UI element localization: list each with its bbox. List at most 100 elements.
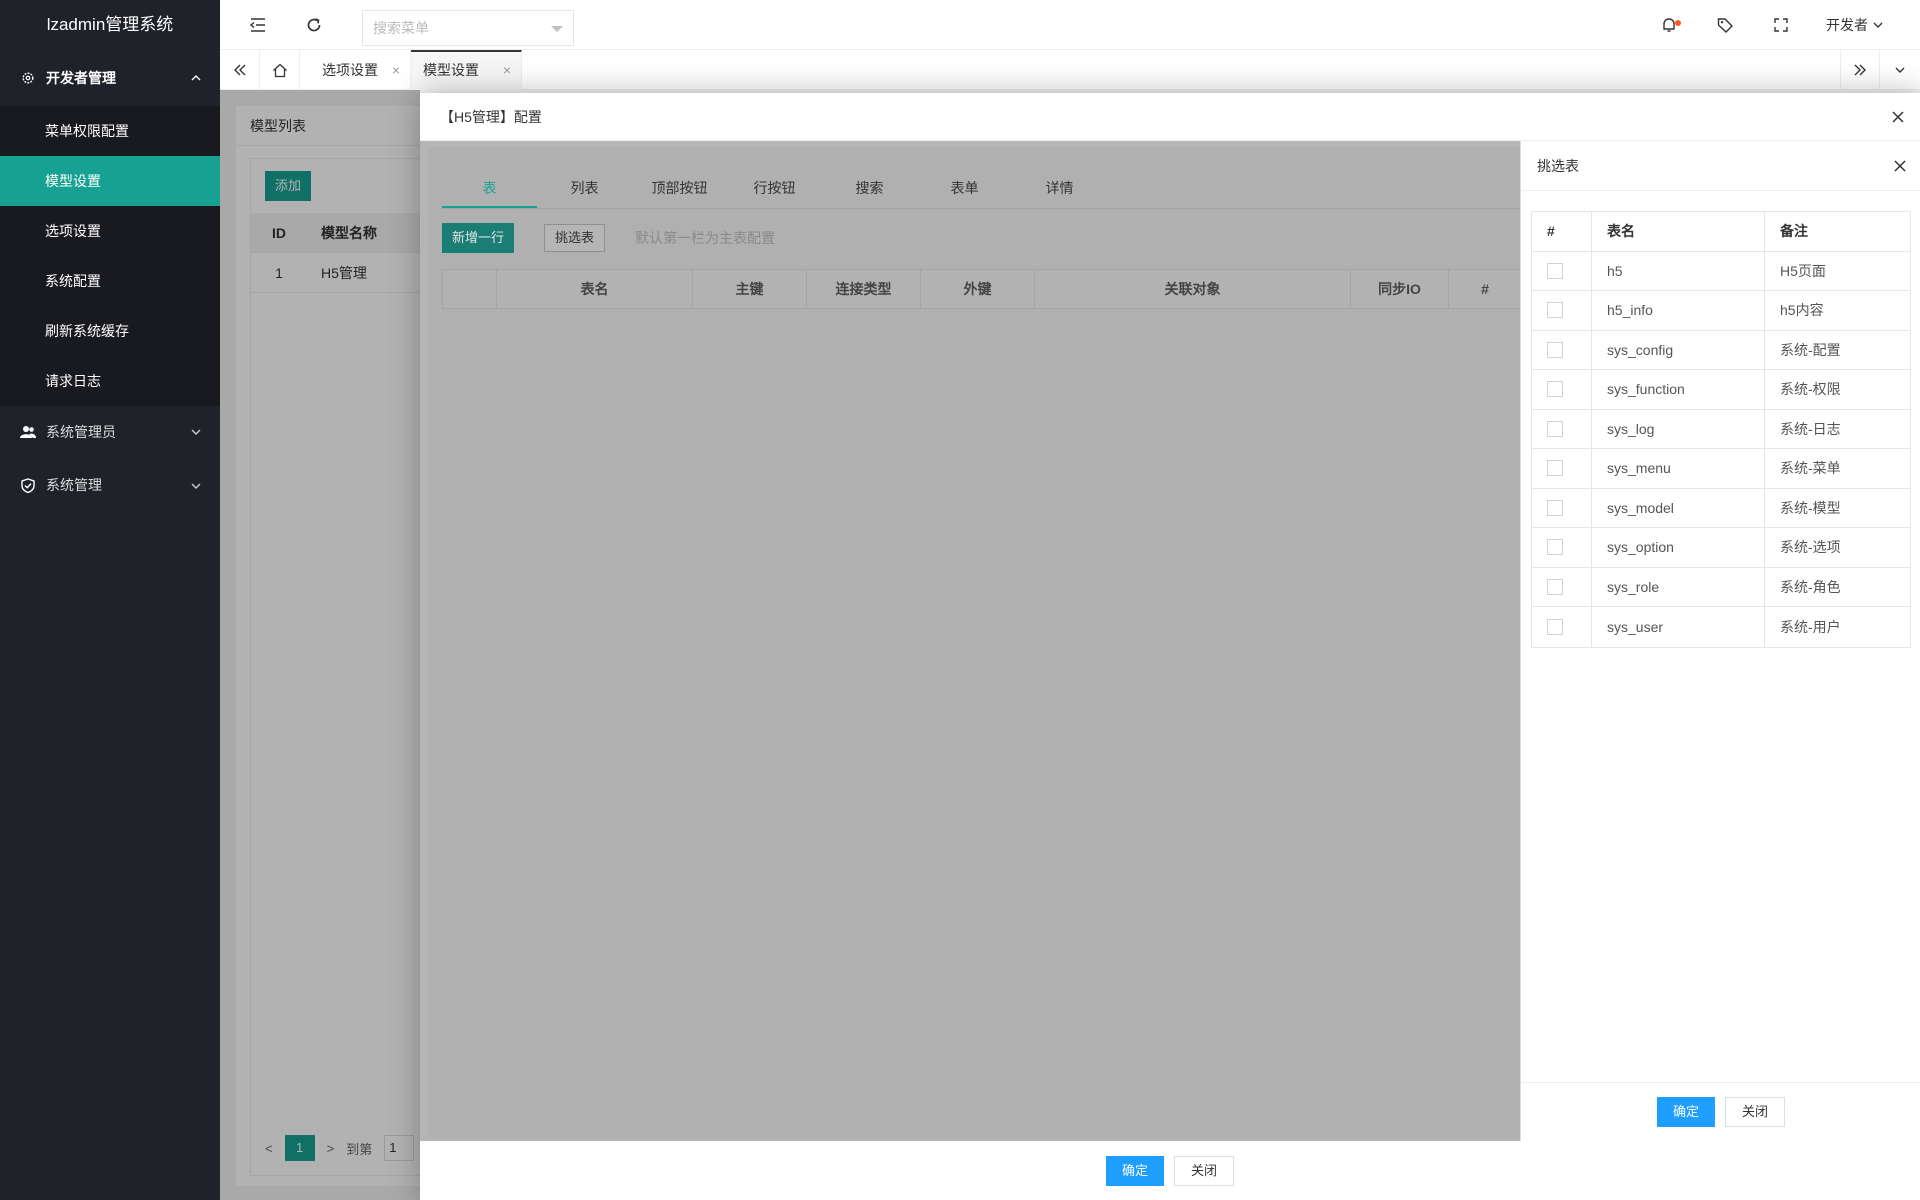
table-row[interactable]: sys_function 系统-权限 (1532, 370, 1910, 410)
row-checkbox[interactable] (1547, 539, 1563, 556)
user-menu[interactable]: 开发者 (1826, 0, 1884, 50)
cell-table-name: sys_config (1592, 330, 1765, 369)
notification-bell-icon[interactable] (1657, 13, 1681, 37)
home-tab-icon[interactable] (260, 50, 300, 90)
table-row[interactable]: sys_menu 系统-菜单 (1532, 449, 1910, 489)
app-logo[interactable]: lzadmin管理系统 (0, 0, 220, 50)
sidebar-item-model-settings[interactable]: 模型设置 (0, 156, 220, 206)
tab-form[interactable]: 表单 (917, 167, 1012, 208)
tab-close-icon[interactable]: × (503, 52, 511, 88)
cell-note: 系统-配置 (1780, 341, 1841, 358)
cell-table-name: sys_role (1592, 567, 1765, 606)
sidebar-item-refresh-cache[interactable]: 刷新系统缓存 (0, 306, 220, 356)
shield-icon (20, 477, 36, 493)
row-select-cell (1532, 607, 1592, 647)
modal-close-button[interactable]: 关闭 (1174, 1155, 1235, 1186)
tabs-scroll-left-icon[interactable] (220, 50, 260, 90)
tab-table[interactable]: 表 (442, 167, 537, 208)
tab-label: 选项设置 (322, 62, 378, 78)
row-checkbox[interactable] (1547, 341, 1563, 358)
chevron-down-icon (191, 483, 201, 489)
users-icon (20, 424, 36, 440)
column-header: 表名 (497, 270, 693, 308)
tabs-menu-chevron-icon[interactable] (1880, 50, 1920, 90)
row-checkbox[interactable] (1547, 381, 1563, 398)
row-select-cell (1532, 449, 1592, 488)
sidebar-item-menu-permissions[interactable]: 菜单权限配置 (0, 106, 220, 156)
cell-table-name: h5_info (1592, 291, 1765, 330)
search-placeholder: 搜索菜单 (373, 20, 429, 36)
table-toolbar: 新增一行 挑选表 默认第一栏为主表配置 (442, 223, 775, 253)
pick-table-button[interactable]: 挑选表 (544, 224, 606, 252)
cell-note: h5内容 (1780, 302, 1824, 319)
menu-search-select[interactable]: 搜索菜单 (362, 10, 574, 46)
cell-note: 系统-菜单 (1780, 460, 1841, 477)
row-checkbox[interactable] (1547, 302, 1563, 319)
cell-note: 系统-用户 (1780, 618, 1841, 635)
fullscreen-icon[interactable] (1769, 13, 1793, 37)
row-checkbox[interactable] (1547, 499, 1563, 516)
sidebar-item-option-settings[interactable]: 选项设置 (0, 206, 220, 256)
row-checkbox[interactable] (1547, 460, 1563, 477)
row-checkbox[interactable] (1547, 578, 1563, 595)
cell-note: 系统-权限 (1780, 381, 1841, 398)
column-header: # (1532, 212, 1592, 251)
cell-table-name: sys_option (1592, 528, 1765, 567)
add-row-button[interactable]: 新增一行 (442, 223, 515, 253)
table-row[interactable]: sys_log 系统-日志 (1532, 409, 1910, 449)
picker-confirm-button[interactable]: 确定 (1656, 1097, 1715, 1127)
row-select-cell (1532, 370, 1592, 409)
nav-group-sys-admins[interactable]: 系统管理员 (0, 406, 220, 458)
tab-model-settings[interactable]: 模型设置 × (411, 50, 522, 90)
nav-group-developer[interactable]: 开发者管理 (0, 50, 220, 106)
page-tabs-bar: 选项设置 × 模型设置 × (220, 50, 1920, 90)
column-header: 连接类型 (807, 270, 921, 308)
table-row[interactable]: h5 H5页面 (1532, 251, 1910, 291)
chevron-up-icon (191, 75, 201, 81)
modal-content-frame: 表 列表 顶部按钮 行按钮 搜索 表单 详情 新增一行 挑选表 默认第一栏为主表… (428, 147, 1522, 1137)
row-select-cell (1532, 251, 1592, 290)
cell-note: H5页面 (1780, 262, 1826, 279)
row-checkbox[interactable] (1547, 262, 1563, 279)
row-checkbox[interactable] (1547, 618, 1563, 635)
modal-confirm-button[interactable]: 确定 (1105, 1155, 1164, 1186)
table-row[interactable]: sys_config 系统-配置 (1532, 330, 1910, 370)
notification-dot (1675, 20, 1681, 26)
collapse-menu-icon[interactable] (246, 13, 270, 37)
refresh-icon[interactable] (302, 13, 326, 37)
cell-table-name: h5 (1592, 251, 1765, 290)
picker-title: 挑选表 (1521, 141, 1920, 191)
row-select-cell (1532, 291, 1592, 330)
modal-close-icon[interactable] (1890, 109, 1906, 125)
gear-icon (20, 70, 36, 86)
sidebar-item-request-log[interactable]: 请求日志 (0, 356, 220, 406)
tabs-scroll-right-icon[interactable] (1840, 50, 1880, 90)
nav-group-sys-manage[interactable]: 系统管理 (0, 458, 220, 512)
relation-table-header: 表名 主键 连接类型 外键 关联对象 同步IO # (442, 269, 1522, 309)
dropdown-caret-icon (551, 26, 563, 32)
tab-close-icon[interactable]: × (392, 50, 400, 90)
tab-search[interactable]: 搜索 (822, 167, 917, 208)
column-header: 同步IO (1351, 270, 1449, 308)
sidebar-item-system-config[interactable]: 系统配置 (0, 256, 220, 306)
nav-group-label: 开发者管理 (46, 70, 116, 86)
table-row[interactable]: sys_option 系统-选项 (1532, 528, 1910, 568)
table-row[interactable]: sys_model 系统-模型 (1532, 488, 1910, 528)
table-row[interactable]: sys_role 系统-角色 (1532, 567, 1910, 607)
table-row[interactable]: h5_info h5内容 (1532, 291, 1910, 331)
tab-row-buttons[interactable]: 行按钮 (727, 167, 822, 208)
tab-list[interactable]: 列表 (537, 167, 632, 208)
tab-detail[interactable]: 详情 (1012, 167, 1107, 208)
cell-note: 系统-选项 (1780, 539, 1841, 556)
tag-icon[interactable] (1713, 13, 1737, 37)
picker-close-button[interactable]: 关闭 (1725, 1097, 1786, 1127)
column-header: # (1481, 281, 1489, 297)
row-checkbox[interactable] (1547, 420, 1563, 437)
tab-top-buttons[interactable]: 顶部按钮 (632, 167, 727, 208)
tab-label: 模型设置 (423, 62, 479, 78)
column-header: 主键 (693, 270, 807, 308)
table-row[interactable]: sys_user 系统-用户 (1532, 607, 1910, 647)
picker-close-icon[interactable] (1892, 158, 1908, 174)
table-picker-panel: 挑选表 # 表名 备注 h5 H5页面 h5_info h5内容 sys_config 系… (1520, 141, 1920, 1141)
tab-option-settings[interactable]: 选项设置 × (300, 50, 411, 90)
